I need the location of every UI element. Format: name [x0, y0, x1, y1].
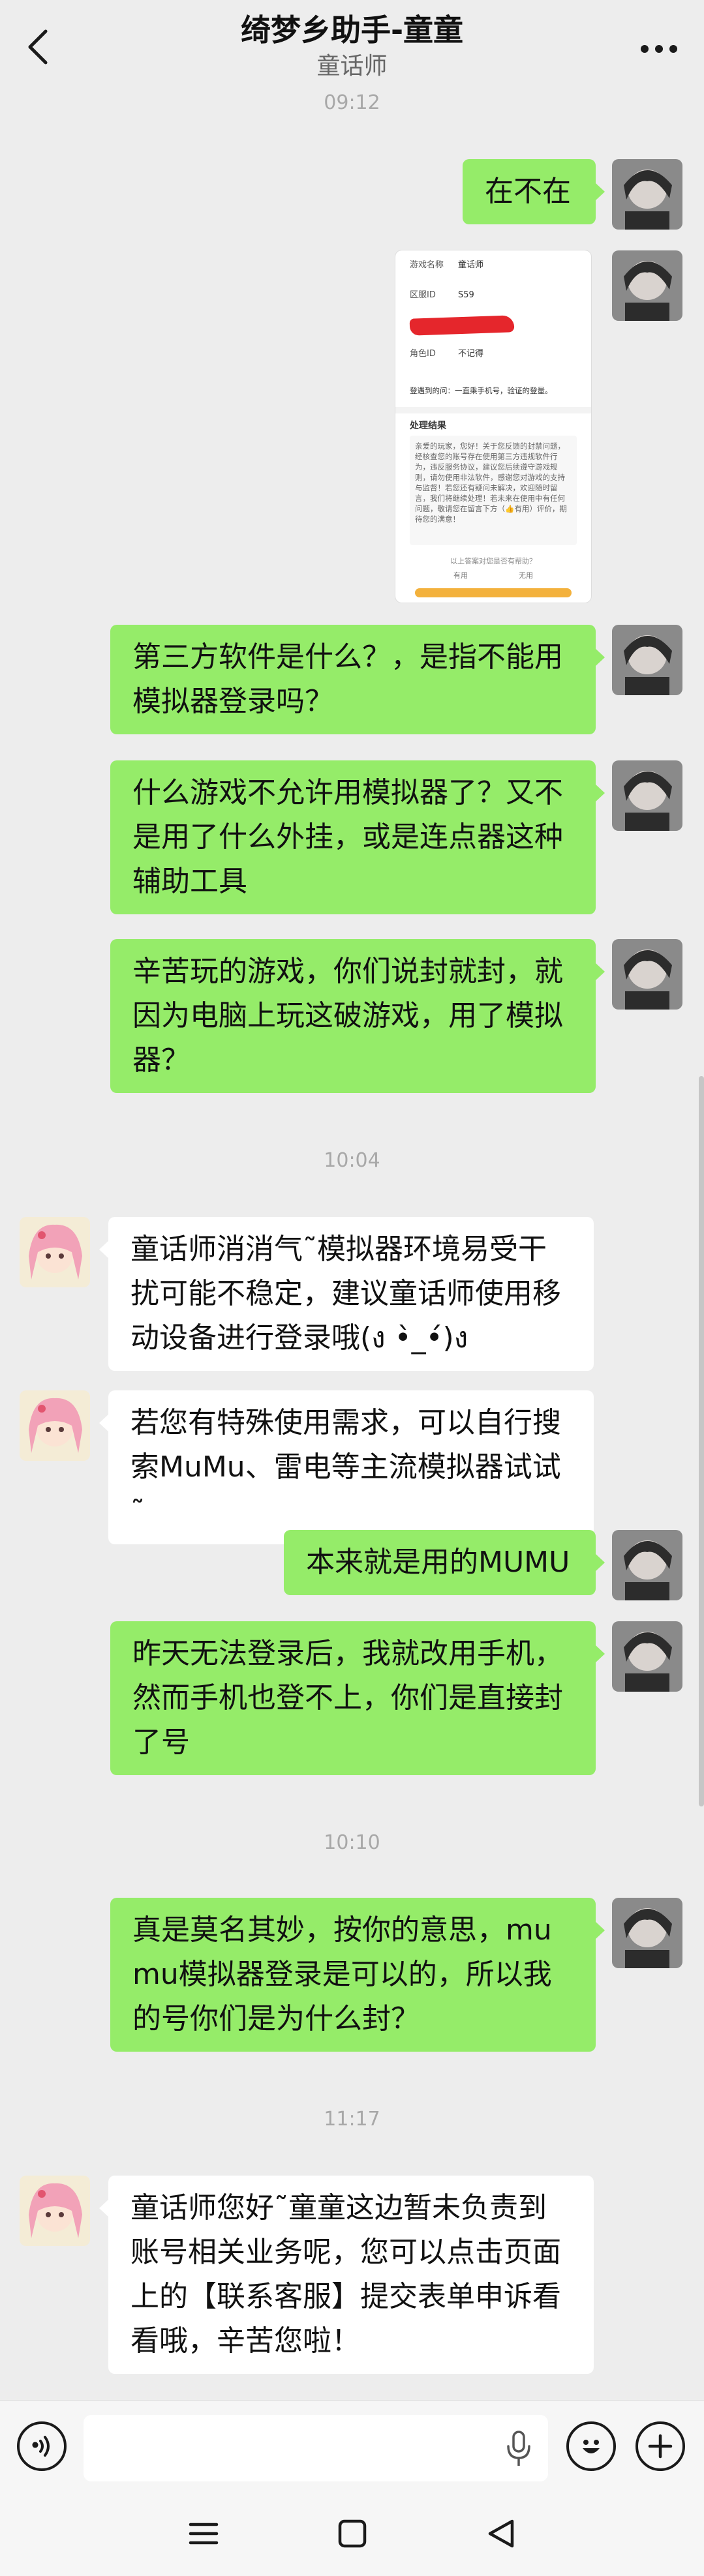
field-label: 游戏名称 — [410, 260, 444, 270]
plus-icon — [648, 2434, 673, 2459]
emoji-button[interactable] — [566, 2421, 616, 2471]
assistant-avatar-image — [20, 1390, 90, 1461]
assistant-avatar-image — [20, 1217, 90, 1287]
assistant-avatar[interactable] — [20, 1390, 90, 1461]
plus-button[interactable] — [635, 2421, 685, 2471]
assistant-avatar[interactable] — [20, 2176, 90, 2246]
menu-icon — [189, 2523, 219, 2545]
field-label: 角色ID — [410, 349, 436, 359]
chat-title-block: 绮梦乡助手-童童 童话师 — [0, 9, 704, 82]
timestamp: 10:10 — [324, 1831, 380, 1854]
triangle-back-icon — [488, 2519, 514, 2548]
field-game-name: 游戏名称 童话师 — [410, 260, 483, 271]
user-avatar[interactable] — [612, 250, 682, 321]
message-bubble[interactable]: 第三方软件是什么？，是指不能用模拟器登录吗？ — [110, 625, 605, 734]
user-avatar[interactable] — [612, 1898, 682, 1968]
message-bubble[interactable]: 童话师消消气˜模拟器环境易受干扰可能不稳定，建议童话师使用移动设备进行登录哦(ง… — [99, 1217, 594, 1371]
menu-button[interactable] — [184, 2514, 223, 2553]
screenshot-image-message[interactable]: 游戏名称 童话师 区服ID S59 角色ID 不记得 登遇到的问：一直乘手机号，验证的… — [395, 250, 591, 603]
home-button[interactable] — [333, 2514, 372, 2553]
red-redaction-mark — [409, 315, 515, 336]
submit-bar — [415, 588, 572, 597]
user-avatar-image — [612, 625, 682, 695]
user-avatar-image — [612, 1621, 682, 1692]
emoji-icon — [583, 2440, 600, 2453]
message-bubble[interactable]: 辛苦玩的游戏，你们说封就封，就因为电脑上玩这破游戏，用了模拟器？ — [110, 939, 605, 1093]
user-avatar-image — [612, 1898, 682, 1968]
message-bubble[interactable]: 本来就是用的MUMU — [284, 1530, 605, 1595]
message-bubble[interactable]: 在不在 — [463, 159, 605, 224]
user-avatar[interactable] — [612, 1621, 682, 1692]
user-avatar[interactable] — [612, 939, 682, 1010]
voice-icon — [32, 2436, 50, 2457]
message-input[interactable] — [84, 2415, 548, 2481]
input-bar — [0, 2400, 704, 2491]
user-avatar[interactable] — [612, 1530, 682, 1600]
field-role-id: 角色ID 不记得 — [410, 348, 483, 360]
message-bubble[interactable]: 童话师您好˜童童这边暂未负责到账号相关业务呢，您可以点击页面上的【联系客服】提交… — [99, 2176, 594, 2374]
helpful-yes-option: 有用 — [453, 571, 468, 580]
user-avatar-image — [612, 159, 682, 230]
problem-text: 登遇到的问：一直乘手机号，验证的登量。 — [410, 386, 553, 395]
system-nav-bar — [0, 2491, 704, 2576]
timestamp: 10:04 — [324, 1149, 380, 1172]
user-avatar-image — [612, 760, 682, 831]
user-avatar-image — [612, 250, 682, 321]
field-server-id: 区服ID S59 — [410, 290, 474, 301]
result-title: 处理结果 — [410, 421, 446, 431]
assistant-avatar-image — [20, 2176, 90, 2246]
helpful-no-option: 无用 — [519, 571, 533, 580]
user-avatar-image — [612, 939, 682, 1010]
microphone-icon — [507, 2431, 530, 2466]
field-value: 不记得 — [458, 349, 484, 359]
user-avatar[interactable] — [612, 159, 682, 230]
chat-subtitle: 童话师 — [316, 53, 388, 80]
timestamp: 11:17 — [324, 2108, 380, 2131]
microphone-button[interactable] — [502, 2429, 535, 2468]
message-bubble[interactable]: 真是莫名其妙，按你的意思，mumu模拟器登录是可以的，所以我的号你们是为什么封？ — [110, 1898, 605, 2052]
user-avatar[interactable] — [612, 760, 682, 831]
result-text: 亲爱的玩家，您好！关于您反馈的封禁问题，经核查您的账号存在使用第三方违规软件行为… — [410, 436, 577, 545]
assistant-avatar[interactable] — [20, 1217, 90, 1287]
user-avatar[interactable] — [612, 625, 682, 695]
user-avatar-image — [612, 1530, 682, 1600]
voice-button[interactable] — [17, 2421, 67, 2471]
scrollbar[interactable] — [699, 1076, 704, 1806]
field-value: 童话师 — [458, 260, 484, 270]
chat-header: 绮梦乡助手-童童 童话师 — [0, 0, 704, 91]
chat-title: 绮梦乡助手-童童 — [240, 12, 464, 48]
message-bubble[interactable]: 什么游戏不允许用模拟器了？又不是用了什么外挂，或是连点器这种辅助工具 — [110, 760, 605, 914]
field-label: 区服ID — [410, 290, 436, 300]
divider — [395, 407, 591, 413]
helpful-question: 以上答案对您是否有帮助？ — [450, 557, 536, 565]
message-bubble[interactable]: 昨天无法登录后，我就改用手机，然而手机也登不上，你们是直接封了号 — [110, 1621, 605, 1775]
more-button[interactable] — [636, 33, 682, 65]
square-home-icon — [338, 2519, 367, 2548]
nav-back-button[interactable] — [482, 2514, 521, 2553]
field-value: S59 — [458, 290, 474, 300]
timestamp: 09:12 — [324, 91, 380, 114]
more-dots-icon — [641, 45, 677, 53]
message-bubble[interactable]: 若您有特殊使用需求，可以自行搜索MuMu、雷电等主流模拟器试试˜ — [99, 1390, 594, 1544]
